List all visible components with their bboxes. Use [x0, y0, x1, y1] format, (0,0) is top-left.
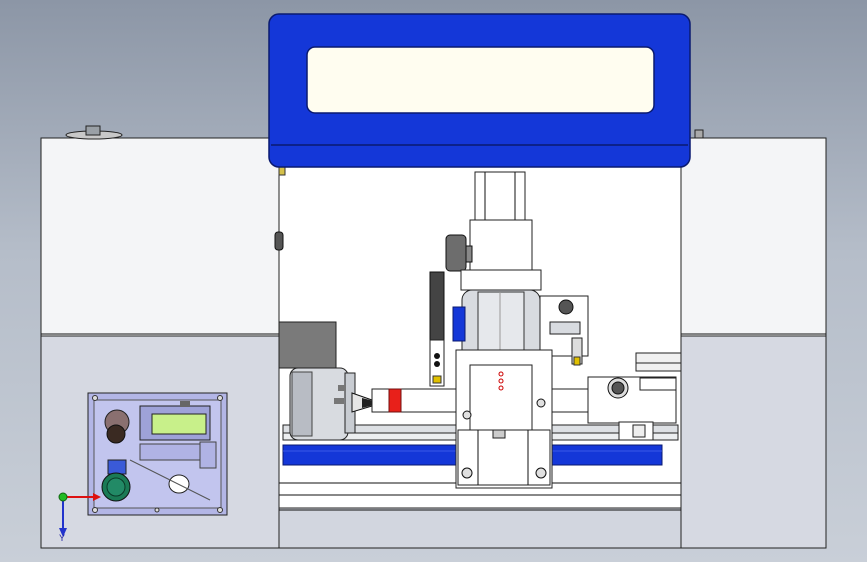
side-arm: [429, 271, 445, 343]
spindle-motor-top: [474, 171, 526, 221]
axis-z-label: Y: [59, 533, 65, 543]
motor-block: [278, 321, 337, 369]
lcd-screen: [151, 413, 207, 435]
hood: [268, 13, 691, 168]
cabinet-lower-right: [680, 335, 827, 549]
hood-window: [306, 46, 655, 114]
axis-origin: [58, 492, 68, 502]
machine-model: Y: [40, 13, 827, 549]
spindle-housing: [469, 219, 533, 273]
front-base-plate: [278, 507, 682, 549]
red-marker-1: [388, 388, 402, 413]
top-knob: [85, 125, 101, 136]
blue-collar: [452, 306, 466, 342]
cable-gland: [445, 234, 467, 272]
control-panel[interactable]: [87, 392, 228, 516]
cad-viewport[interactable]: Y: [0, 0, 867, 562]
knob-dark[interactable]: [106, 424, 126, 444]
